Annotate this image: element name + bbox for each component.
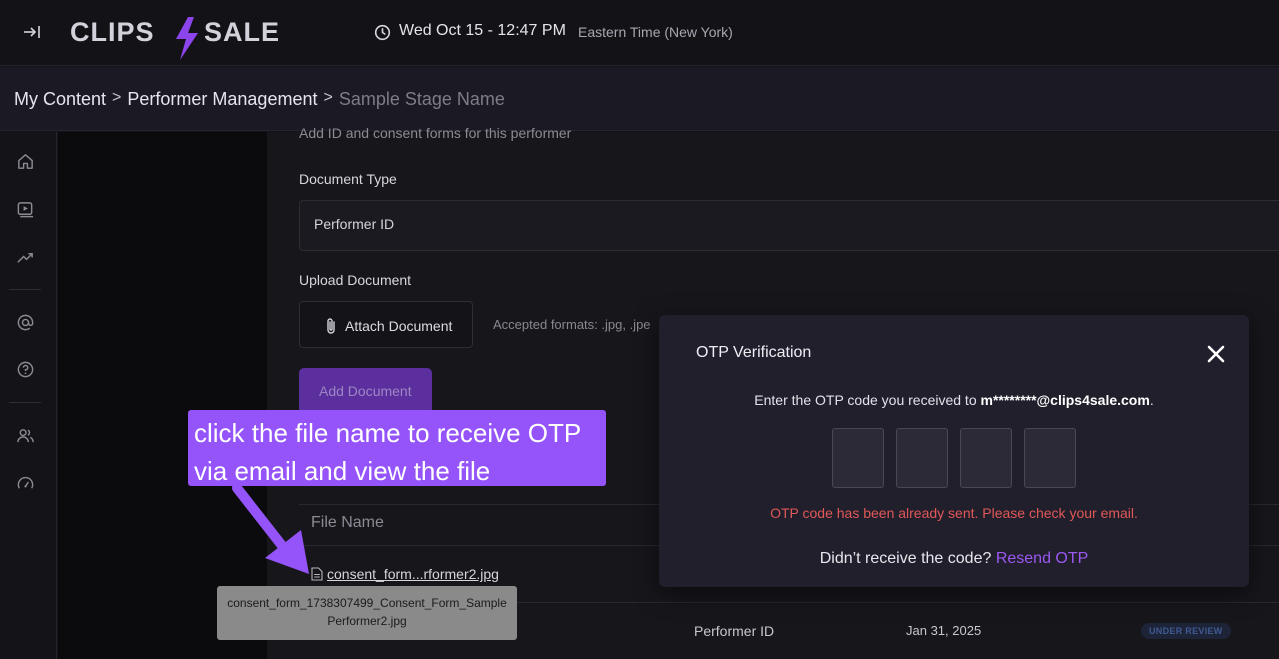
- instruction-callout: click the file name to receive OTP via e…: [188, 410, 606, 486]
- breadcrumb: My Content > Performer Management > Samp…: [14, 89, 505, 110]
- resend-prompt: Didn’t receive the code? Resend OTP: [659, 550, 1249, 568]
- breadcrumb-separator: >: [323, 88, 333, 106]
- sidebar: [0, 132, 57, 659]
- breadcrumb-my-content[interactable]: My Content: [14, 89, 106, 110]
- tooltip-line: Performer2.jpg: [327, 614, 407, 628]
- otp-verification-modal: OTP Verification Enter the OTP code you …: [659, 315, 1249, 587]
- file-name-link[interactable]: consent_form...rformer2.jpg: [327, 566, 499, 582]
- otp-error-message: OTP code has been already sent. Please c…: [770, 505, 1138, 521]
- add-document-label: Add Document: [319, 383, 412, 399]
- home-icon[interactable]: [16, 152, 35, 171]
- instruction-callout-text: click the file name to receive OTP via e…: [194, 418, 581, 486]
- document-type-value: Performer ID: [314, 216, 395, 232]
- tooltip-line: consent_form_1738307499_Consent_Form_Sam…: [227, 596, 507, 610]
- attach-document-button[interactable]: Attach Document: [299, 301, 473, 348]
- attach-document-label: Attach Document: [345, 318, 453, 334]
- sidebar-divider: [9, 402, 41, 403]
- document-type-select[interactable]: Performer ID: [299, 200, 1279, 251]
- svg-text:CLIPS: CLIPS: [70, 17, 155, 47]
- modal-title: OTP Verification: [696, 344, 812, 361]
- breadcrumb-separator: >: [112, 88, 122, 106]
- video-icon[interactable]: [16, 200, 35, 219]
- timezone-label: Eastern Time (New York): [578, 24, 733, 40]
- current-datetime: Wed Oct 15 - 12:47 PM: [399, 22, 566, 39]
- help-icon[interactable]: [16, 360, 35, 379]
- otp-instructions-suffix: .: [1149, 392, 1154, 408]
- sidebar-expand-icon[interactable]: [22, 22, 42, 42]
- add-document-button[interactable]: Add Document: [299, 368, 432, 414]
- otp-digit-input[interactable]: [832, 428, 884, 488]
- status-badge: UNDER REVIEW: [1141, 623, 1231, 639]
- document-type-label: Document Type: [299, 171, 397, 187]
- gauge-icon[interactable]: [16, 474, 35, 493]
- otp-digit-input[interactable]: [896, 428, 948, 488]
- svg-text:SALE: SALE: [204, 17, 280, 47]
- otp-input-group: [832, 428, 1076, 488]
- callout-arrow-icon: [232, 483, 309, 574]
- file-name-tooltip: consent_form_1738307499_Consent_Form_Sam…: [217, 586, 517, 640]
- otp-instructions: Enter the OTP code you received to m****…: [659, 392, 1249, 408]
- document-type-cell: Performer ID: [694, 623, 775, 639]
- clips4sale-logo[interactable]: CLIPS SALE: [70, 14, 310, 62]
- upload-document-label: Upload Document: [299, 272, 412, 288]
- users-icon[interactable]: [16, 426, 35, 445]
- otp-instructions-prefix: Enter the OTP code you received to: [754, 392, 981, 408]
- otp-digit-input[interactable]: [960, 428, 1012, 488]
- breadcrumb-current: Sample Stage Name: [338, 89, 505, 109]
- sidebar-divider: [9, 289, 41, 290]
- close-icon[interactable]: [1204, 342, 1228, 366]
- otp-digit-input[interactable]: [1024, 428, 1076, 488]
- breadcrumb-performer-management[interactable]: Performer Management: [127, 89, 317, 110]
- column-header-file-name: File Name: [311, 514, 384, 531]
- upload-date-cell: Jan 31, 2025: [906, 623, 982, 638]
- resend-prompt-text: Didn’t receive the code?: [819, 550, 996, 567]
- paperclip-icon: [327, 318, 335, 334]
- accepted-formats-text: Accepted formats: .jpg, .jpe: [493, 317, 651, 332]
- form-intro-text: Add ID and consent forms for this perfor…: [299, 125, 572, 141]
- resend-otp-link[interactable]: Resend OTP: [996, 550, 1088, 567]
- at-sign-icon[interactable]: [16, 313, 35, 332]
- masked-email: m********@clips4sale.com: [980, 392, 1150, 408]
- top-bar: CLIPS SALE Wed Oct 15 - 12:47 PM Eastern…: [0, 0, 1279, 66]
- trending-icon[interactable]: [16, 248, 35, 267]
- breadcrumb-bar: My Content > Performer Management > Samp…: [0, 67, 1279, 131]
- clock-icon: [374, 24, 391, 41]
